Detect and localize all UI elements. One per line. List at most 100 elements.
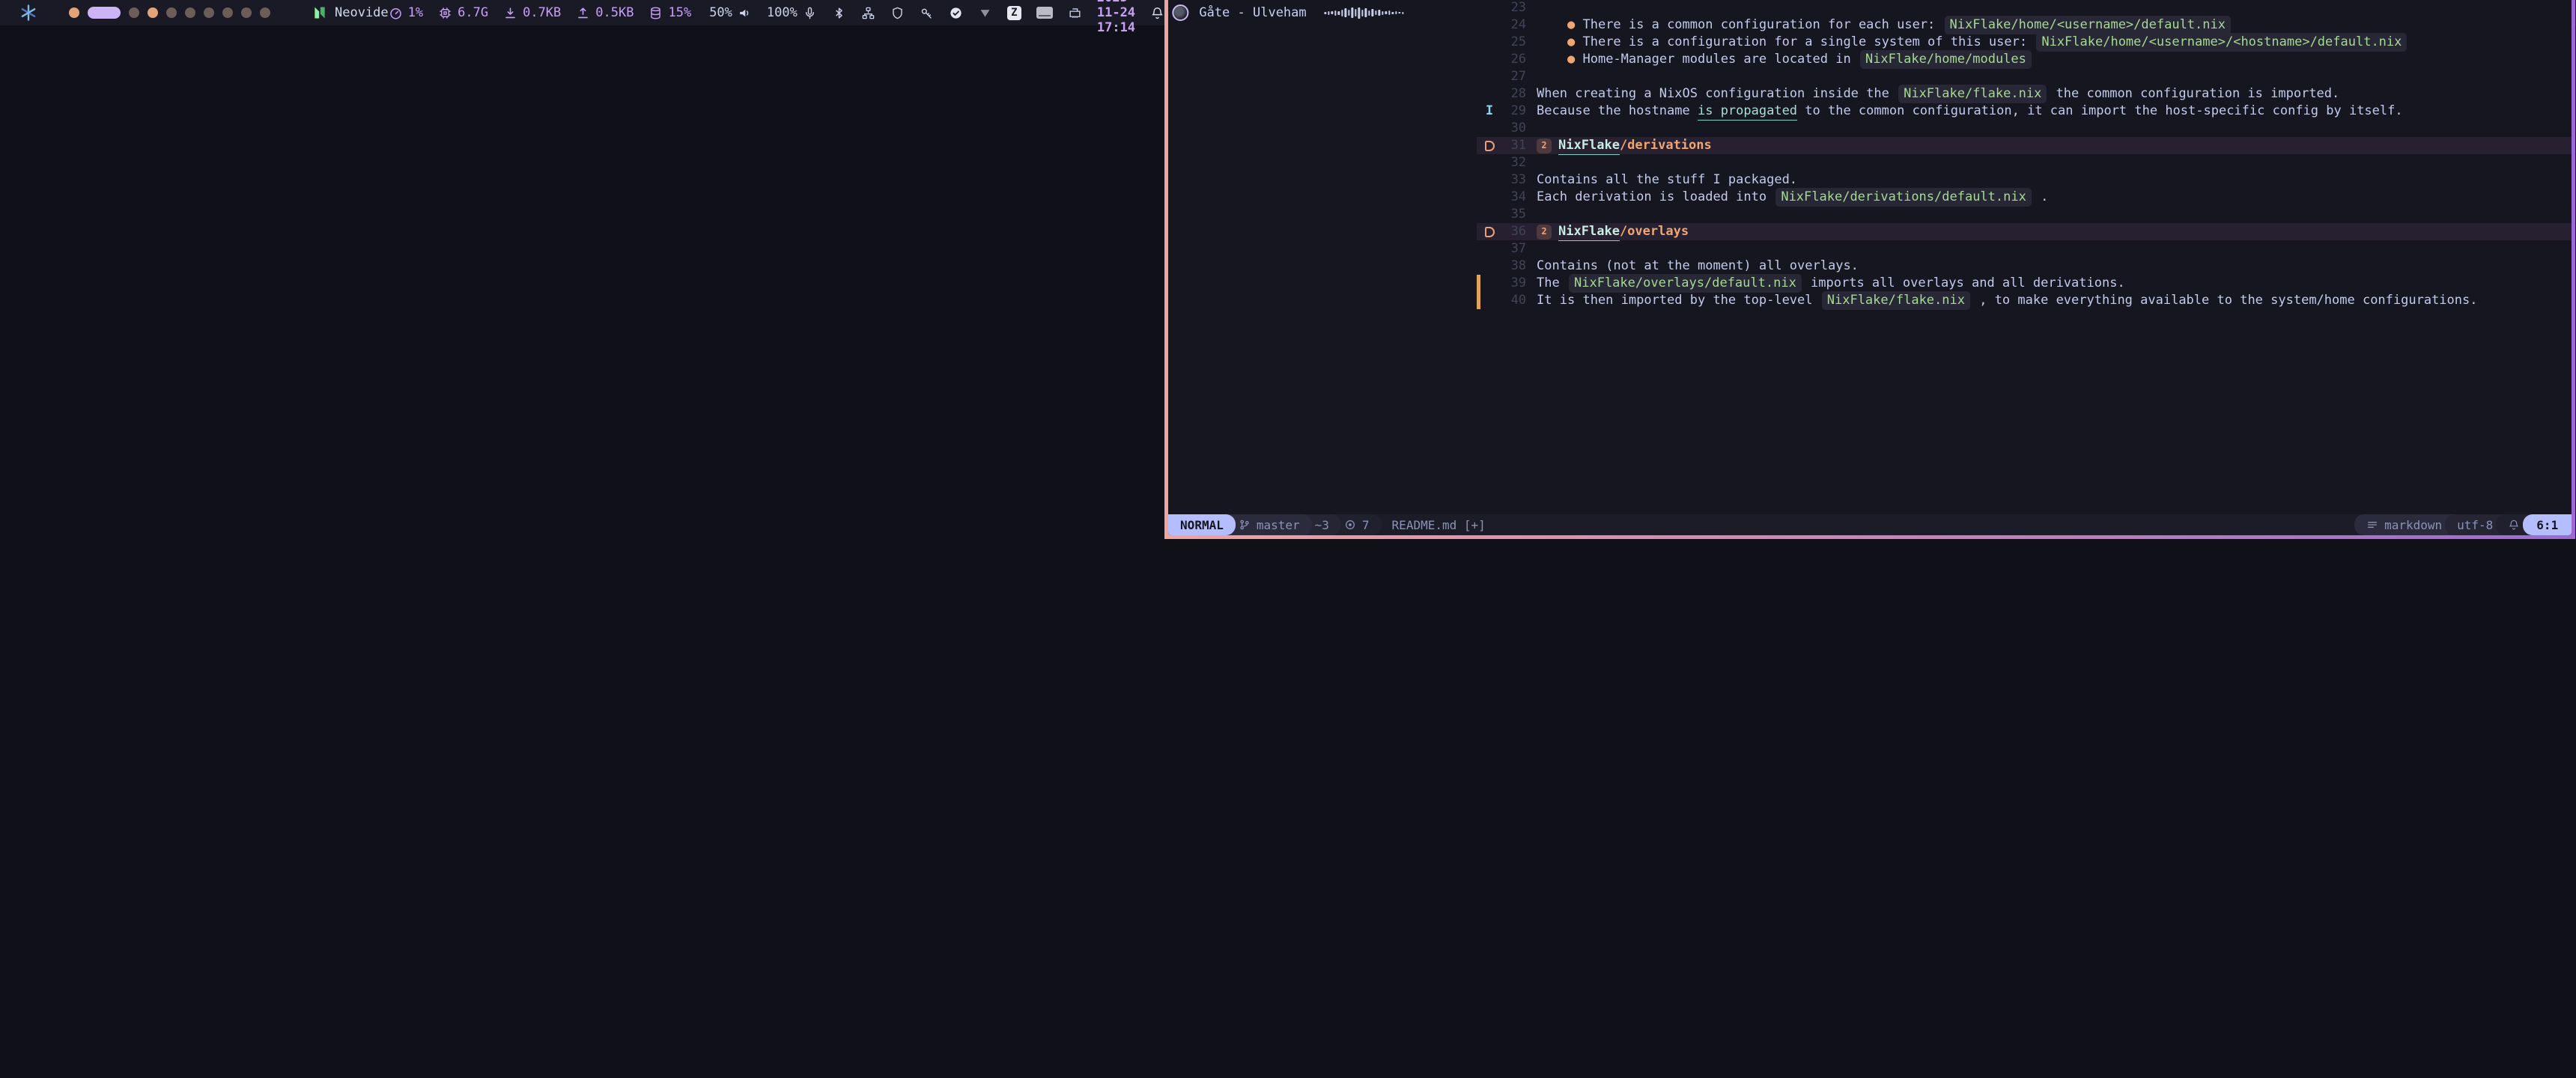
text-token: ● <box>1567 34 1575 51</box>
workspace-dot[interactable] <box>222 7 233 18</box>
inline-code: NixFlake/flake.nix <box>1822 291 1970 310</box>
vpn-icon[interactable] <box>978 6 992 20</box>
text-token: , to make everything available to the sy… <box>1972 292 2478 309</box>
line-content: The NixFlake/overlays/default.nix import… <box>1526 274 2125 293</box>
inline-code: NixFlake/home/modules <box>1860 50 2032 69</box>
heading2-sign-icon <box>1485 141 1495 151</box>
editor-line[interactable]: 30 <box>1477 120 2572 137</box>
stat-net-up: 0.5KB <box>576 5 634 20</box>
editor-line[interactable]: I29Because the hostname is propagated to… <box>1477 103 2572 120</box>
editor-line[interactable]: 40It is then imported by the top-level N… <box>1477 292 2572 309</box>
cursor-position: 6:1 <box>2523 514 2572 535</box>
editor-line[interactable]: 24 ● There is a common configuration for… <box>1477 16 2572 34</box>
stat-value: 15% <box>668 5 691 20</box>
stat-memory: 6.7G <box>438 5 488 20</box>
line-content: Each derivation is loaded into NixFlake/… <box>1526 188 2048 207</box>
nixos-logo-icon[interactable] <box>19 4 37 22</box>
editor-line[interactable]: 312NixFlake/derivations <box>1477 137 2572 154</box>
topbar-right: 1% 6.7G 0.7KB 0.5KB 15% 50% 100% Z 2025-11-2… <box>389 0 1164 35</box>
keyboard-icon[interactable] <box>1036 7 1053 19</box>
network-icon[interactable] <box>861 6 875 20</box>
editor-line[interactable]: 27 <box>1477 68 2572 85</box>
stat-value: 6.7G <box>458 5 488 20</box>
statusline-text: markdown <box>2384 518 2442 532</box>
inline-code: NixFlake/home/<username>/<hostname>/defa… <box>2036 33 2407 52</box>
line-content: Because the hostname is propagated to th… <box>1526 103 2403 121</box>
text-token: Each derivation is loaded into <box>1537 189 1774 206</box>
gutter-sign <box>1480 240 1498 258</box>
gutter-sign <box>1480 51 1498 68</box>
line-number: 30 <box>1498 120 1526 137</box>
gutter-sign <box>1480 189 1498 206</box>
workspace-dot[interactable] <box>185 7 195 18</box>
line-number: 34 <box>1498 189 1526 206</box>
line-number: 33 <box>1498 171 1526 189</box>
gutter-sign <box>1480 258 1498 275</box>
editor-line[interactable]: 33Contains all the stuff I packaged. <box>1477 171 2572 189</box>
clock[interactable]: 2025-11-24 17:14 <box>1097 0 1135 35</box>
workspace-dot[interactable] <box>260 7 270 18</box>
line-number: 26 <box>1498 51 1526 68</box>
bluetooth-icon[interactable] <box>832 6 846 20</box>
inline-link[interactable]: is propagated <box>1698 103 1797 121</box>
editor-line[interactable]: 38Contains (not at the moment) all overl… <box>1477 258 2572 275</box>
focused-app: Neovide <box>312 5 389 20</box>
editor[interactable]: 51NixOS Configuration4I3Modular NixOS co… <box>1477 0 2572 514</box>
line-number: 24 <box>1498 16 1526 34</box>
editor-line[interactable]: 35 <box>1477 206 2572 223</box>
line-number: 38 <box>1498 258 1526 275</box>
stat-disk: 15% <box>648 5 691 20</box>
cpu-icon <box>438 6 452 20</box>
statusline-text: 6:1 <box>2536 518 2558 532</box>
volume-indicator[interactable]: 50% <box>709 5 752 20</box>
keyring-icon[interactable] <box>920 6 934 20</box>
diagnostic-info-icon <box>1344 519 1356 531</box>
editor-line[interactable]: 39The NixFlake/overlays/default.nix impo… <box>1477 275 2572 292</box>
line-content: It is then imported by the top-level Nix… <box>1526 291 2477 310</box>
editor-line[interactable]: 37 <box>1477 240 2572 258</box>
gutter-sign <box>1480 292 1498 309</box>
download-icon <box>503 6 517 20</box>
workspace-dot[interactable] <box>204 7 214 18</box>
workspace-dot[interactable] <box>69 7 79 18</box>
statusline-text: 7 <box>1362 518 1370 532</box>
bell-icon[interactable] <box>1150 6 1164 20</box>
workspace-active-pill[interactable] <box>88 7 121 19</box>
editor-line[interactable]: 28When creating a NixOS configuration in… <box>1477 85 2572 103</box>
line-number: 31 <box>1498 137 1526 154</box>
editor-line[interactable]: 34Each derivation is loaded into NixFlak… <box>1477 189 2572 206</box>
line-content: 2NixFlake/derivations <box>1526 137 1712 155</box>
editor-line[interactable]: 26 ● Home-Manager modules are located in… <box>1477 51 2572 68</box>
heading2-sign-icon <box>1485 227 1495 237</box>
microphone-icon <box>803 6 817 20</box>
ethernet-icon[interactable] <box>1068 6 1082 20</box>
editor-line[interactable]: 32 <box>1477 154 2572 171</box>
mic-indicator[interactable]: 100% <box>767 5 817 20</box>
check-circle-icon[interactable] <box>949 6 963 20</box>
stat-net-down: 0.7KB <box>503 5 561 20</box>
line-content: 2NixFlake/overlays <box>1526 223 1689 241</box>
zotero-icon[interactable]: Z <box>1007 6 1021 20</box>
mic-value: 100% <box>767 5 798 20</box>
inline-code: NixFlake/home/<username>/default.nix <box>1945 16 2231 34</box>
editor-line[interactable]: 23 <box>1477 0 2572 16</box>
line-number: 27 <box>1498 68 1526 85</box>
text-token: ● <box>1567 16 1575 34</box>
statusline-text: ~3 <box>1315 518 1329 532</box>
workspace-dot[interactable] <box>129 7 139 18</box>
text-token: NixFlake <box>1558 137 1620 155</box>
workspace-dot[interactable] <box>148 7 158 18</box>
statusline-text: utf-8 <box>2457 518 2493 532</box>
line-number: 28 <box>1498 85 1526 103</box>
line-number: 25 <box>1498 34 1526 51</box>
text-token: There is a common configuration for each… <box>1575 16 1942 34</box>
shield-icon[interactable] <box>890 6 905 20</box>
inline-code: NixFlake/overlays/default.nix <box>1569 274 1802 293</box>
line-number: 35 <box>1498 206 1526 223</box>
editor-line[interactable]: 25 ● There is a configuration for a sing… <box>1477 34 2572 51</box>
workspace-dot[interactable] <box>166 7 177 18</box>
stat-cpu-load: 1% <box>389 5 423 20</box>
editor-line[interactable]: 362NixFlake/overlays <box>1477 223 2572 240</box>
gutter-sign <box>1480 34 1498 51</box>
workspace-dot[interactable] <box>241 7 252 18</box>
